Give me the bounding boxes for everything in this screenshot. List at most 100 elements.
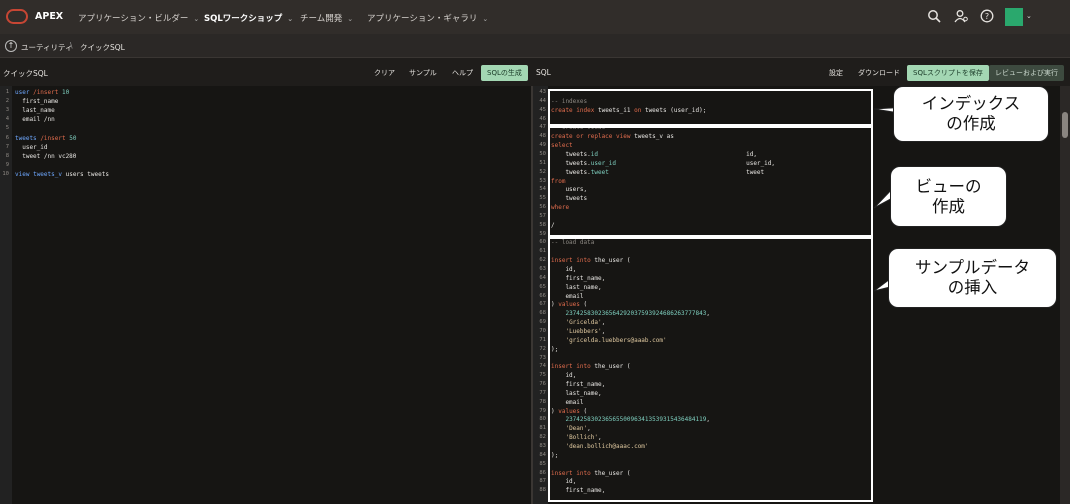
quick-sql-toolbar: クイックSQL クリア サンプル ヘルプ SQLの生成 xyxy=(0,60,530,84)
line-number: 62 xyxy=(539,257,546,264)
line-number: 66 xyxy=(539,292,546,299)
chevron-down-icon: ⌄ xyxy=(287,15,294,23)
settings-button[interactable]: 設定 xyxy=(829,66,843,80)
line-number: 64 xyxy=(539,274,546,281)
index-highlight-box xyxy=(548,89,873,126)
annotation-sample-data: サンプルデータ の挿入 xyxy=(888,248,1057,308)
panel-title: クイックSQL xyxy=(3,69,48,78)
breadcrumb-separator: \ xyxy=(70,41,73,50)
clear-button[interactable]: クリア xyxy=(374,66,395,80)
help-icon[interactable]: ? xyxy=(979,9,995,25)
line-number: 59 xyxy=(539,230,546,237)
nav-app-gallery[interactable]: アプリケーション・ギャラリ ⌄ xyxy=(367,12,488,24)
code-line: user /insert 10 xyxy=(15,89,70,96)
breadcrumb: ↑ ユーティリティ \ クイックSQL xyxy=(0,34,1070,58)
app-name[interactable]: APEX xyxy=(35,11,63,22)
sample-button[interactable]: サンプル xyxy=(409,66,437,80)
line-number: 46 xyxy=(539,115,546,122)
chevron-down-icon: ⌄ xyxy=(482,15,489,23)
line-number: 7 xyxy=(5,143,9,150)
review-and-run-button[interactable]: レビューおよび実行 xyxy=(989,65,1064,81)
line-number: 57 xyxy=(539,212,546,219)
line-number: 47 xyxy=(539,124,546,131)
top-navigation-bar: APEX アプリケーション・ビルダー ⌄ SQLワークショップ ⌄ チーム開発 ⌄ ア… xyxy=(0,0,1070,34)
chevron-down-icon[interactable]: ⌄ xyxy=(1026,12,1032,20)
line-number: 78 xyxy=(539,398,546,405)
line-number: 51 xyxy=(539,159,546,166)
line-number: 67 xyxy=(539,301,546,308)
annotation-text: の作成 xyxy=(946,114,996,133)
line-number: 43 xyxy=(539,89,546,95)
line-number: 55 xyxy=(539,195,546,202)
line-number: 73 xyxy=(539,354,546,361)
line-number: 58 xyxy=(539,221,546,228)
line-number: 50 xyxy=(539,150,546,157)
save-sql-script-button[interactable]: SQLスクリプトを保存 xyxy=(907,65,989,81)
code-line: email /nn xyxy=(15,116,55,124)
line-number: 65 xyxy=(539,283,546,290)
line-number: 80 xyxy=(539,416,546,423)
line-number: 54 xyxy=(539,186,546,193)
line-number: 87 xyxy=(539,478,546,485)
breadcrumb-quick-sql: クイックSQL xyxy=(80,43,125,52)
line-number: 76 xyxy=(539,381,546,388)
download-button[interactable]: ダウンロード xyxy=(858,66,900,80)
panel-title: SQL xyxy=(536,68,551,77)
line-number: 5 xyxy=(5,125,9,132)
app-window: APEX アプリケーション・ビルダー ⌄ SQLワークショップ ⌄ チーム開発 ⌄ ア… xyxy=(0,0,1070,504)
nav-app-builder[interactable]: アプリケーション・ビルダー ⌄ xyxy=(78,12,199,24)
nav-team-dev[interactable]: チーム開発 ⌄ xyxy=(300,12,353,24)
help-button[interactable]: ヘルプ xyxy=(452,66,473,80)
line-number: 68 xyxy=(539,310,546,317)
line-number: 9 xyxy=(5,161,9,168)
line-number: 75 xyxy=(539,372,546,379)
line-number: 8 xyxy=(5,152,9,159)
line-number: 88 xyxy=(539,487,546,494)
chevron-down-icon: ⌄ xyxy=(193,15,200,23)
line-number: 49 xyxy=(539,142,546,149)
user-help-icon[interactable] xyxy=(953,9,969,25)
code-line: first_name xyxy=(15,98,59,106)
line-number: 52 xyxy=(539,168,546,175)
line-number: 3 xyxy=(5,107,9,114)
line-number: 4 xyxy=(5,116,9,123)
avatar[interactable] xyxy=(1005,8,1023,26)
breadcrumb-utilities[interactable]: ユーティリティ xyxy=(21,42,73,53)
line-number: 84 xyxy=(539,451,546,458)
annotation-view: ビューの 作成 xyxy=(890,166,1007,227)
line-number: 61 xyxy=(539,248,546,255)
search-icon[interactable] xyxy=(926,9,942,25)
code-line: tweets /insert 50 xyxy=(15,134,77,142)
line-number: 53 xyxy=(539,177,546,184)
code-line: last_name xyxy=(15,107,55,115)
line-number: 86 xyxy=(539,469,546,476)
sql-output-toolbar: SQL 設定 ダウンロード SQLスクリプトを保存 レビューおよび実行 xyxy=(533,60,1070,84)
svg-text:?: ? xyxy=(985,12,989,21)
line-number: 56 xyxy=(539,204,546,211)
line-number: 82 xyxy=(539,434,546,441)
annotation-index: インデックス の作成 xyxy=(893,86,1049,142)
nav-sql-workshop[interactable]: SQLワークショップ ⌄ xyxy=(204,12,293,24)
oracle-logo[interactable] xyxy=(6,9,28,24)
scrollbar-thumb[interactable] xyxy=(1062,112,1068,138)
line-number: 77 xyxy=(539,389,546,396)
line-number: 45 xyxy=(539,106,546,113)
arrow-up-icon[interactable]: ↑ xyxy=(5,40,17,52)
line-number: 10 xyxy=(2,170,9,177)
code-line: user_id xyxy=(15,143,48,151)
generate-sql-button[interactable]: SQLの生成 xyxy=(481,65,528,81)
line-number: 2 xyxy=(5,98,9,105)
line-number: 74 xyxy=(539,363,546,370)
line-number: 85 xyxy=(539,460,546,467)
annotation-text: サンプルデータ xyxy=(914,258,1030,277)
line-number: 81 xyxy=(539,425,546,432)
code-line: view tweets_v users tweets xyxy=(15,170,109,178)
line-number: 72 xyxy=(539,345,546,352)
line-number: 70 xyxy=(539,327,546,334)
code-line: tweet /nn vc280 xyxy=(15,152,77,160)
quick-sql-editor[interactable]: 1 user /insert 10 2 first_name 3 last_name 4… xyxy=(0,86,531,504)
vertical-scrollbar[interactable] xyxy=(1060,86,1070,504)
chevron-down-icon: ⌄ xyxy=(347,15,354,23)
line-number: 1 xyxy=(5,89,9,95)
line-number: 83 xyxy=(539,443,546,449)
